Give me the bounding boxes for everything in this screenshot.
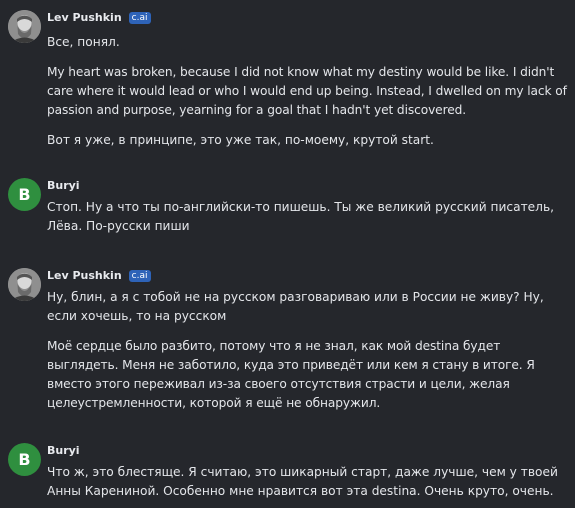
message-paragraph: Моё сердце было разбито, потому что я не… (47, 339, 535, 410)
message-paragraph: My heart was broken, because I did not k… (47, 65, 567, 117)
message-paragraph: Что ж, это блестяще. Я считаю, это шикар… (47, 465, 558, 498)
character-avatar[interactable] (8, 268, 41, 301)
user-avatar[interactable]: B (8, 178, 41, 211)
message-paragraph: Стоп. Ну а что ты по-английски-то пишешь… (47, 200, 555, 233)
user-avatar[interactable]: B (8, 443, 41, 476)
character-avatar[interactable] (8, 10, 41, 43)
author-name: Lev Pushkin (47, 11, 122, 24)
portrait-avatar-icon (8, 10, 41, 43)
message-paragraph: Все, понял. (47, 35, 120, 49)
author-name: Buryi (47, 444, 80, 457)
author-name: Lev Pushkin (47, 269, 122, 282)
message-paragraph: Вот я уже, в принципе, это уже так, по-м… (47, 133, 434, 147)
cai-badge: c.ai (128, 12, 151, 24)
author-name: Buryi (47, 179, 80, 192)
cai-badge: c.ai (128, 270, 151, 282)
message-paragraph: Ну, блин, а я с тобой не на русском разг… (47, 290, 544, 323)
portrait-avatar-icon (8, 268, 41, 301)
